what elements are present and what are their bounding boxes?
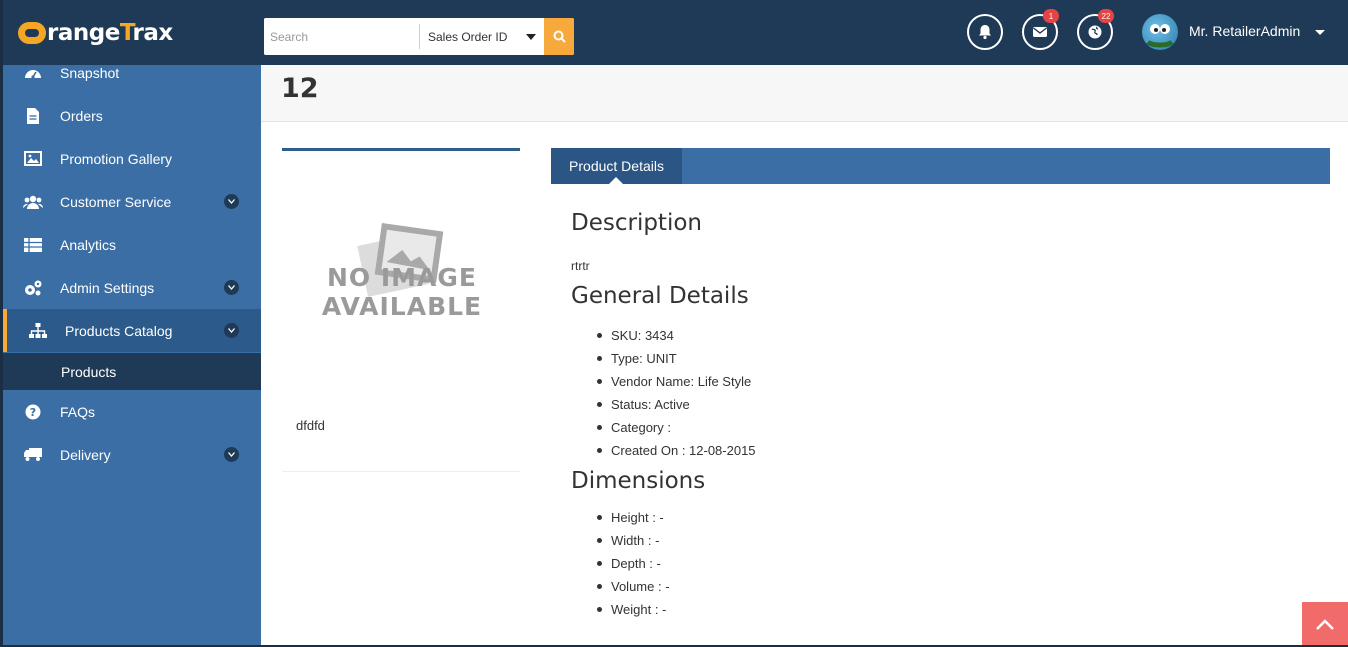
sidebar-item-label: FAQs — [60, 403, 96, 420]
avatar-image — [1146, 24, 1174, 48]
no-image-line-1: NO IMAGE — [326, 263, 477, 292]
logo-text-part2: T — [119, 20, 133, 46]
truck-icon — [23, 445, 43, 465]
sidebar-item-label: Orders — [60, 107, 103, 124]
tab-product-details[interactable]: Product Details — [551, 148, 682, 184]
caret-down-icon — [526, 33, 536, 40]
search-input[interactable] — [264, 18, 419, 55]
product-caption: dfdfd — [296, 418, 325, 433]
list-item: Vendor Name: Life Style — [571, 370, 1311, 393]
sidebar-item-analytics[interactable]: Analytics — [3, 223, 261, 266]
image-icon — [23, 149, 43, 169]
list-item: Height : - — [571, 506, 1311, 529]
dimensions-heading: Dimensions — [571, 468, 706, 494]
search-type-value: Sales Order ID — [428, 29, 508, 44]
chevron-up-icon — [1316, 618, 1334, 630]
sidebar-item-label: Admin Settings — [60, 279, 155, 296]
sidebar-item-promotion-gallery[interactable]: Promotion Gallery — [3, 137, 261, 180]
globe-button[interactable]: 22 — [1077, 9, 1114, 50]
logo-mark-icon — [18, 22, 46, 44]
question-icon: ? — [23, 402, 43, 422]
sidebar-item-label: Snapshot — [60, 64, 120, 81]
product-tabs: Product Details — [551, 148, 1330, 184]
sidebar-item-delivery[interactable]: Delivery — [3, 433, 261, 476]
sidebar-item-admin-settings[interactable]: Admin Settings — [3, 266, 261, 309]
user-menu-caret-icon[interactable] — [1315, 30, 1325, 35]
sitemap-icon — [28, 321, 48, 341]
messages-badge: 1 — [1043, 9, 1059, 23]
document-icon — [23, 106, 43, 126]
users-icon — [23, 192, 43, 212]
sidebar-item-label: Promotion Gallery — [60, 150, 173, 167]
gears-icon — [23, 278, 43, 298]
list-item: Volume : - — [571, 575, 1311, 598]
envelope-icon — [1033, 27, 1047, 37]
list-item: Width : - — [571, 529, 1311, 552]
product-details-panel: Description rtrtr General Details SKU: 3… — [571, 210, 1311, 621]
globe-badge: 22 — [1098, 9, 1114, 23]
no-image-text: NO IMAGE AVAILABLE — [282, 263, 522, 321]
chevron-down-icon[interactable] — [224, 447, 239, 462]
sidebar-subitem-label: Products — [61, 363, 117, 380]
general-details-list: SKU: 3434 Type: UNIT Vendor Name: Life S… — [571, 324, 1311, 462]
notifications-button[interactable] — [967, 14, 1003, 50]
general-details-heading: General Details — [571, 283, 749, 309]
logo-text-part3: rax — [132, 20, 173, 46]
chevron-down-icon[interactable] — [224, 323, 239, 338]
list-item: SKU: 3434 — [571, 324, 1311, 347]
sidebar: Snapshot Orders Promotion Gallery Custom… — [3, 65, 261, 647]
list-item: Created On : 12-08-2015 — [571, 439, 1311, 462]
tab-label: Product Details — [569, 158, 664, 174]
description-heading: Description — [571, 210, 702, 236]
sidebar-item-faqs[interactable]: ? FAQs — [3, 390, 261, 433]
search-bar: Sales Order ID — [264, 18, 574, 55]
page-header: 12 — [261, 65, 1348, 122]
page-title: 12 — [281, 73, 319, 104]
no-image-line-2: AVAILABLE — [321, 292, 483, 321]
product-image-card: NO IMAGE AVAILABLE dfdfd — [282, 148, 520, 472]
sidebar-item-customer-service[interactable]: Customer Service — [3, 180, 261, 223]
description-text: rtrtr — [571, 259, 590, 273]
bell-icon — [979, 25, 991, 40]
sidebar-item-label: Delivery — [60, 446, 111, 463]
sidebar-item-snapshot[interactable]: Snapshot — [3, 51, 261, 94]
dashboard-icon — [23, 63, 43, 83]
sidebar-item-orders[interactable]: Orders — [3, 94, 261, 137]
list-item: Weight : - — [571, 598, 1311, 621]
globe-icon — [1088, 25, 1102, 39]
sidebar-item-products-catalog[interactable]: Products Catalog — [3, 309, 261, 352]
user-avatar[interactable] — [1142, 14, 1178, 50]
table-icon — [23, 235, 43, 255]
sidebar-item-label: Customer Service — [60, 193, 172, 210]
chevron-down-icon[interactable] — [224, 280, 239, 295]
orangetrax-logo[interactable]: rangeTrax — [18, 18, 173, 48]
search-button[interactable] — [544, 18, 574, 55]
sidebar-subitem-products[interactable]: Products — [3, 353, 261, 390]
sidebar-item-label: Analytics — [60, 236, 117, 253]
list-item: Depth : - — [571, 552, 1311, 575]
messages-button[interactable]: 1 — [1022, 9, 1059, 50]
list-item: Type: UNIT — [571, 347, 1311, 370]
list-item: Status: Active — [571, 393, 1311, 416]
dimensions-list: Height : - Width : - Depth : - Volume : … — [571, 506, 1311, 621]
search-type-select[interactable]: Sales Order ID — [419, 24, 544, 49]
logo-text-part1: range — [47, 20, 120, 46]
scroll-to-top-button[interactable] — [1302, 602, 1348, 647]
list-item: Category : — [571, 416, 1311, 439]
search-icon — [553, 30, 566, 43]
svg-text:?: ? — [30, 406, 36, 419]
sidebar-item-label: Products Catalog — [65, 322, 173, 339]
chevron-down-icon[interactable] — [224, 194, 239, 209]
user-name[interactable]: Mr. RetailerAdmin — [1189, 23, 1300, 39]
